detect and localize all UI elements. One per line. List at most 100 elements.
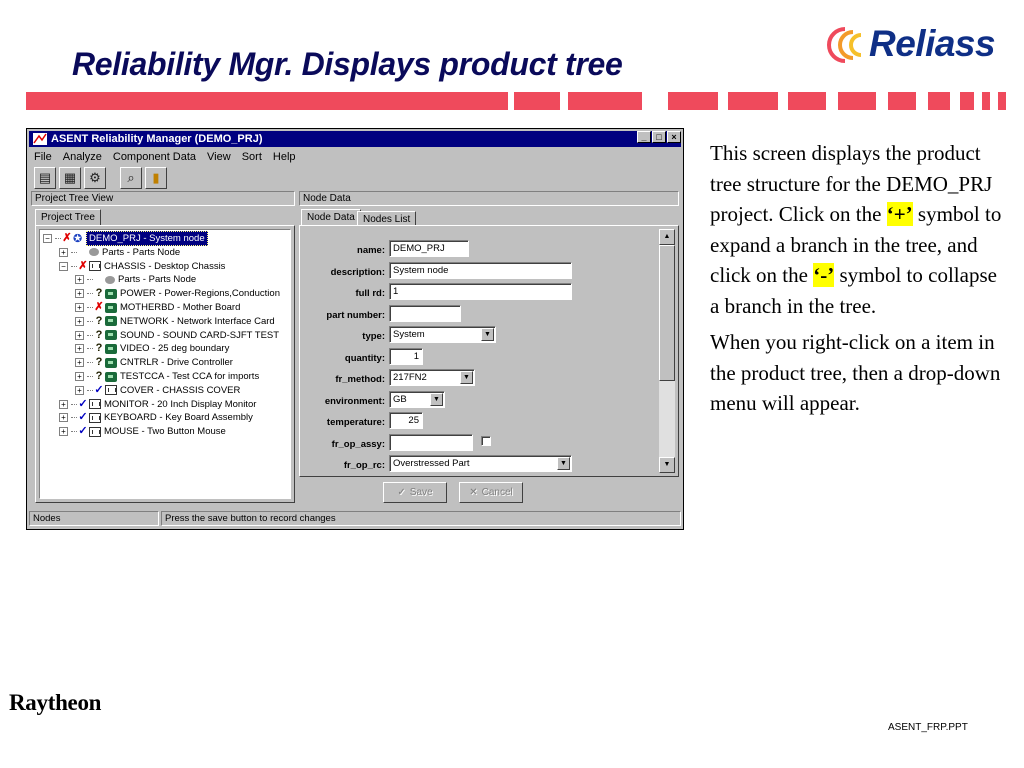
collapse-icon[interactable]: − [43, 234, 52, 243]
menu-analyze[interactable]: Analyze [63, 151, 102, 163]
circuit-board-icon [105, 302, 117, 313]
chevron-down-icon[interactable]: ▼ [557, 457, 570, 470]
tree-node[interactable]: + ✓ COVER - CHASSIS COVER [75, 384, 240, 397]
vertical-scrollbar[interactable]: ▲ ▼ [659, 229, 675, 473]
menu-file[interactable]: File [34, 151, 52, 163]
tab-node-data[interactable]: Node Data [301, 209, 361, 226]
environment-select[interactable]: GB ▼ [389, 391, 445, 408]
bar [596, 92, 642, 110]
expand-icon[interactable]: + [75, 344, 84, 354]
expand-icon[interactable]: + [59, 427, 68, 437]
tree-node[interactable]: + ✓ KEYBOARD - Key Board Assembly [59, 411, 253, 424]
bar [960, 92, 974, 110]
bar [514, 92, 560, 110]
close-icon: ✕ [469, 487, 478, 498]
full-rd-field[interactable]: 1 [389, 283, 572, 300]
bar [998, 92, 1006, 110]
description-field[interactable]: System node [389, 262, 572, 279]
tree-node[interactable]: − ✗ CHASSIS - Desktop Chassis [59, 260, 225, 273]
settings-icon[interactable]: ⚙ [84, 167, 106, 189]
tree-node-label: CHASSIS - Desktop Chassis [104, 260, 226, 272]
calculator-icon[interactable]: ▦ [59, 167, 81, 189]
collapse-icon[interactable]: − [59, 261, 68, 271]
fr-op-rc-select[interactable]: Overstressed Part ▼ [389, 455, 572, 472]
quantity-field[interactable]: 1 [389, 348, 423, 365]
fr-method-select[interactable]: 217FN2 ▼ [389, 369, 475, 386]
search-icon[interactable]: ⌕ [120, 167, 142, 189]
part-number-label: part number: [326, 310, 385, 321]
tree-node-label: NETWORK - Network Interface Card [120, 315, 275, 327]
tree-node[interactable]: + ✓ MOUSE - Two Button Mouse [59, 425, 226, 438]
chevron-down-icon[interactable]: ▼ [481, 328, 494, 341]
expand-icon[interactable]: + [75, 385, 84, 395]
tree-node[interactable]: + ✓ MONITOR - 20 Inch Display Monitor [59, 398, 256, 411]
tree-node[interactable]: +? VIDEO - 25 deg boundary [75, 342, 229, 355]
chevron-down-icon[interactable]: ▼ [430, 393, 443, 406]
part-number-field[interactable] [389, 305, 461, 322]
product-tree[interactable]: − ✗ ✪ DEMO_PRJ - System node + Parts - Parts … [39, 229, 291, 499]
exit-icon[interactable]: ▮ [145, 167, 167, 189]
window-controls: _ □ × [636, 131, 681, 143]
tree-node[interactable]: +? SOUND - SOUND CARD-SJFT TEST [75, 329, 279, 342]
expand-icon[interactable]: + [75, 358, 84, 368]
expand-icon[interactable]: + [75, 303, 84, 312]
chevron-down-icon[interactable]: ▼ [460, 371, 473, 384]
scroll-up-icon[interactable]: ▲ [659, 229, 675, 245]
type-select[interactable]: System ▼ [389, 326, 496, 343]
tree-node-label: VIDEO - 25 deg boundary [120, 343, 230, 355]
temperature-field[interactable]: 25 [389, 412, 423, 429]
fr-op-assy-checkbox[interactable] [481, 436, 491, 446]
expand-icon[interactable]: + [59, 247, 68, 257]
menu-help[interactable]: Help [273, 151, 296, 163]
expand-icon[interactable]: + [75, 330, 84, 340]
expand-icon[interactable]: + [75, 289, 84, 299]
minimize-button[interactable]: _ [637, 131, 651, 143]
expand-icon[interactable]: + [75, 275, 84, 285]
tree-node[interactable]: +? CNTRLR - Drive Controller [75, 356, 233, 369]
menu-bar: File Analyze Component Data View Sort He… [31, 149, 296, 165]
cancel-button[interactable]: ✕ Cancel [459, 482, 523, 503]
node-data-form: name: DEMO_PRJ description: System node … [303, 229, 658, 473]
menu-sort[interactable]: Sort [242, 151, 262, 163]
name-field[interactable]: DEMO_PRJ [389, 240, 469, 257]
full-rd-label: full rd: [355, 288, 385, 299]
tree-connector [55, 238, 61, 239]
tree-connector [71, 251, 77, 253]
close-button[interactable]: × [667, 131, 681, 143]
node-data-frame: name: DEMO_PRJ description: System node … [299, 225, 679, 477]
menu-component-data[interactable]: Component Data [113, 151, 196, 163]
open-icon[interactable]: ▤ [34, 167, 56, 189]
maximize-button[interactable]: □ [652, 131, 666, 143]
tree-node[interactable]: +? POWER - Power-Regions,Conduction [75, 287, 280, 300]
scroll-thumb[interactable] [659, 245, 675, 381]
tree-node-label: COVER - CHASSIS COVER [120, 384, 241, 396]
tree-node[interactable]: + Parts - Parts Node [75, 273, 196, 286]
tab-project-tree[interactable]: Project Tree [35, 209, 101, 226]
tree-node[interactable]: + Parts - Parts Node [59, 246, 180, 259]
expand-icon[interactable]: + [59, 399, 68, 409]
footer-filename: ASENT_FRP.PPT [888, 722, 968, 733]
tree-node[interactable]: +? TESTCCA - Test CCA for imports [75, 370, 259, 383]
save-button[interactable]: ✓ Save [383, 482, 447, 503]
scroll-down-icon[interactable]: ▼ [659, 457, 675, 473]
tree-node[interactable]: − ✗ ✪ DEMO_PRJ - System node [43, 231, 208, 246]
expand-icon[interactable]: + [75, 316, 84, 326]
window-titlebar[interactable]: ASENT Reliability Manager (DEMO_PRJ) [29, 131, 681, 147]
tree-node[interactable]: + ✗ MOTHERBD - Mother Board [75, 301, 240, 314]
tree-connector [87, 389, 93, 391]
slide-title: Reliability Mgr. Displays product tree [72, 46, 623, 82]
tree-node-label: SOUND - SOUND CARD-SJFT TEST [120, 329, 280, 341]
tree-node-label: MOTHERBD - Mother Board [120, 302, 241, 313]
app-icon [33, 133, 47, 145]
fr-op-assy-field[interactable] [389, 434, 473, 451]
tab-nodes-list[interactable]: Nodes List [357, 211, 417, 226]
tree-connector [87, 376, 93, 377]
check-icon: ✓ [78, 425, 88, 438]
tree-node[interactable]: +? NETWORK - Network Interface Card [75, 315, 275, 328]
parts-icon [89, 248, 99, 257]
menu-view[interactable]: View [207, 151, 231, 163]
fr-op-rc-label: fr_op_rc: [343, 460, 385, 471]
expand-icon[interactable]: + [75, 372, 84, 381]
expand-icon[interactable]: + [59, 413, 68, 423]
logo-text: Reliass [869, 23, 996, 64]
